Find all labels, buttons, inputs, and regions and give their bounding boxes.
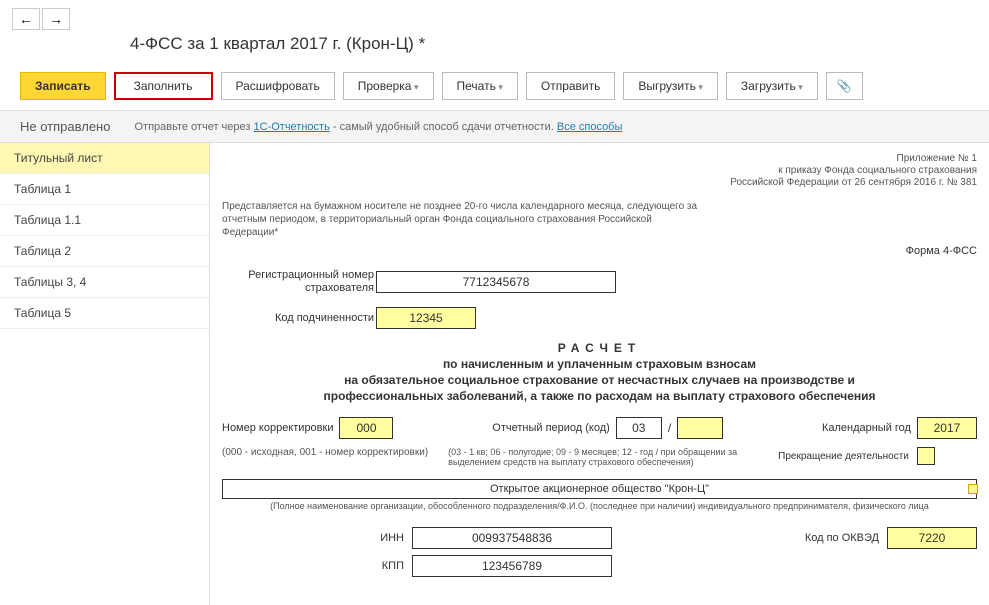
- sidebar-item-table5[interactable]: Таблица 5: [0, 298, 209, 329]
- link-1c[interactable]: 1С-Отчетность: [254, 121, 330, 133]
- sidebar-item-table2[interactable]: Таблица 2: [0, 236, 209, 267]
- hint-center: (03 - 1 кв; 06 - полугодие; 09 - 9 месяц…: [448, 447, 758, 467]
- marker-icon: [968, 484, 978, 494]
- sidebar-item-title[interactable]: Титульный лист: [0, 143, 209, 174]
- link-all-methods[interactable]: Все способы: [557, 121, 623, 133]
- page-title: 4-ФСС за 1 квартал 2017 г. (Крон-Ц) *: [0, 30, 989, 66]
- code-value[interactable]: 12345: [376, 307, 476, 329]
- period-extra[interactable]: [677, 417, 723, 439]
- kpp-value[interactable]: 123456789: [412, 555, 612, 577]
- org-name[interactable]: Открытое акционерное общество "Крон-Ц": [222, 479, 977, 499]
- termination-label: Прекращение деятельности: [778, 451, 909, 462]
- reg-label: Регистрационный номер страхователя: [222, 269, 374, 295]
- sidebar-item-table1[interactable]: Таблица 1: [0, 174, 209, 205]
- forward-button[interactable]: →: [42, 8, 70, 30]
- content: Приложение № 1 к приказу Фонда социально…: [210, 143, 989, 605]
- reg-value[interactable]: 7712345678: [376, 271, 616, 293]
- header-appendix: Приложение № 1 к приказу Фонда социально…: [222, 153, 977, 188]
- sidebar-item-table34[interactable]: Таблицы 3, 4: [0, 267, 209, 298]
- corr-label: Номер корректировки: [222, 422, 333, 435]
- form-name: Форма 4-ФСС: [222, 245, 977, 257]
- send-button[interactable]: Отправить: [526, 72, 616, 100]
- sidebar: Титульный лист Таблица 1 Таблица 1.1 Таб…: [0, 143, 210, 605]
- print-button[interactable]: Печать: [442, 72, 518, 100]
- attach-button[interactable]: 📎: [826, 72, 863, 100]
- save-button[interactable]: Записать: [20, 72, 106, 100]
- sidebar-item-table11[interactable]: Таблица 1.1: [0, 205, 209, 236]
- code-label: Код подчиненности: [222, 312, 374, 325]
- export-button[interactable]: Выгрузить: [623, 72, 718, 100]
- decrypt-button[interactable]: Расшифровать: [221, 72, 335, 100]
- status-label: Не отправлено: [20, 119, 110, 134]
- calc-title: РАСЧЕТ по начисленным и уплаченным страх…: [222, 341, 977, 403]
- import-button[interactable]: Загрузить: [726, 72, 818, 100]
- back-button[interactable]: ←: [12, 8, 40, 30]
- okved-value[interactable]: 7220: [887, 527, 977, 549]
- fill-button[interactable]: Заполнить: [114, 72, 213, 100]
- okved-label: Код по ОКВЭД: [805, 532, 887, 545]
- year-value[interactable]: 2017: [917, 417, 977, 439]
- status-bar: Не отправлено Отправьте отчет через 1С-О…: [0, 110, 989, 143]
- inn-value[interactable]: 009937548836: [412, 527, 612, 549]
- check-button[interactable]: Проверка: [343, 72, 434, 100]
- termination-checkbox[interactable]: [917, 447, 935, 465]
- period-label: Отчетный период (код): [492, 422, 610, 435]
- kpp-label: КПП: [222, 560, 412, 573]
- notice: Представляется на бумажном носителе не п…: [222, 200, 702, 239]
- inn-label: ИНН: [222, 532, 412, 545]
- toolbar: Записать Заполнить Расшифровать Проверка…: [0, 66, 989, 110]
- org-subtitle: (Полное наименование организации, обособ…: [222, 501, 977, 511]
- corr-value[interactable]: 000: [339, 417, 393, 439]
- year-label: Календарный год: [822, 422, 911, 435]
- period-value[interactable]: 03: [616, 417, 662, 439]
- hint-left: (000 - исходная, 001 - номер корректиров…: [222, 447, 428, 458]
- status-message: Отправьте отчет через 1С-Отчетность - са…: [134, 121, 622, 133]
